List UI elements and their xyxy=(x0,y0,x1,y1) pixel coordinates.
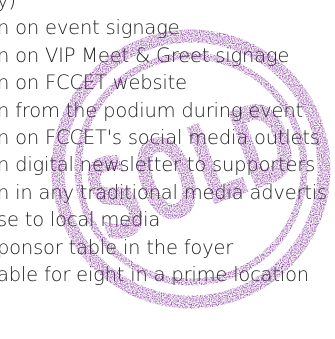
benefit-item: se to local media xyxy=(0,208,161,232)
sponsorship-benefits-page: y) n on event signage n on VIP Meet & Gr… xyxy=(0,0,335,339)
benefit-item: n from the podium during event xyxy=(0,98,303,122)
benefit-item: n on FCCET's social media outlets xyxy=(0,125,320,149)
benefit-item: y) xyxy=(0,0,16,12)
benefit-item: n digital newsletter to supporters xyxy=(0,153,316,177)
benefits-list: y) n on event signage n on VIP Meet & Gr… xyxy=(0,0,327,288)
benefit-item: able for eight in a prime location xyxy=(0,262,309,286)
benefit-item: n in any traditional media advertis xyxy=(0,180,327,204)
benefit-item: ponsor table in the foyer xyxy=(0,235,234,259)
benefit-item: n on event signage xyxy=(0,16,180,40)
benefit-item: n on FCCET website xyxy=(0,71,187,95)
benefit-item: n on VIP Meet & Greet signage xyxy=(0,43,290,67)
